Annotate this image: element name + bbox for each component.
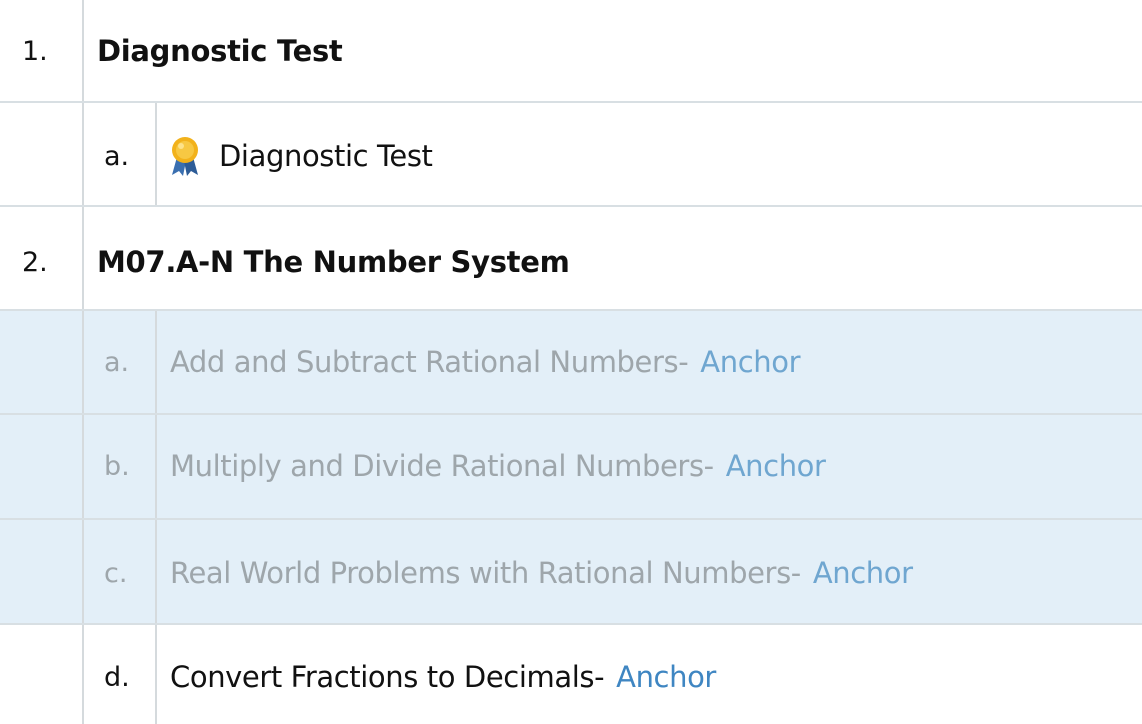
item-text: Convert Fractions to Decimals- Anchor — [170, 660, 716, 694]
column-divider — [82, 103, 84, 205]
section-number: 2. — [22, 247, 48, 278]
column-divider — [82, 0, 84, 101]
column-divider — [82, 520, 84, 623]
column-divider — [155, 625, 157, 724]
section-title[interactable]: M07.A-N The Number System — [97, 245, 570, 279]
section-row-diagnostic[interactable]: 1. Diagnostic Test — [0, 0, 1142, 103]
item-letter: a. — [104, 347, 130, 378]
anchor-link[interactable]: Anchor — [700, 345, 800, 379]
item-title[interactable]: Convert Fractions to Decimals- — [170, 660, 605, 694]
anchor-link[interactable]: Anchor — [726, 449, 826, 483]
item-title[interactable]: Real World Problems with Rational Number… — [170, 556, 801, 590]
item-row-add-subtract[interactable]: a. Add and Subtract Rational Numbers- Anc… — [0, 311, 1142, 415]
item-letter: d. — [104, 662, 130, 693]
item-row-multiply-divide[interactable]: b. Multiply and Divide Rational Numbers-… — [0, 415, 1142, 520]
item-letter: c. — [104, 558, 128, 589]
item-letter: b. — [104, 451, 130, 482]
item-title[interactable]: Diagnostic Test — [219, 139, 433, 173]
column-divider — [82, 415, 84, 518]
item-text: Add and Subtract Rational Numbers- Anchor — [170, 345, 801, 379]
column-divider — [82, 311, 84, 413]
column-divider — [155, 520, 157, 623]
item-letter: a. — [104, 141, 130, 172]
section-row-number-system[interactable]: 2. M07.A-N The Number System — [0, 207, 1142, 311]
item-title[interactable]: Add and Subtract Rational Numbers- — [170, 345, 689, 379]
item-title[interactable]: Multiply and Divide Rational Numbers- — [170, 449, 714, 483]
section-title[interactable]: Diagnostic Test — [97, 34, 343, 68]
item-text: Multiply and Divide Rational Numbers- Anc… — [170, 449, 826, 483]
column-divider — [155, 311, 157, 413]
item-row-convert-fractions[interactable]: d. Convert Fractions to Decimals- Anchor — [0, 625, 1142, 724]
item-row-real-world-problems[interactable]: c. Real World Problems with Rational Num… — [0, 520, 1142, 625]
award-ribbon-icon — [172, 137, 198, 176]
column-divider — [82, 625, 84, 724]
anchor-link[interactable]: Anchor — [813, 556, 913, 590]
course-outline: 1. Diagnostic Test a. Diagnostic Test 2.… — [0, 0, 1142, 724]
item-row-diagnostic-test[interactable]: a. Diagnostic Test — [0, 103, 1142, 207]
item-text: Real World Problems with Rational Number… — [170, 556, 913, 590]
column-divider — [82, 207, 84, 309]
column-divider — [155, 415, 157, 518]
anchor-link[interactable]: Anchor — [616, 660, 716, 694]
section-number: 1. — [22, 36, 48, 67]
column-divider — [155, 103, 157, 205]
